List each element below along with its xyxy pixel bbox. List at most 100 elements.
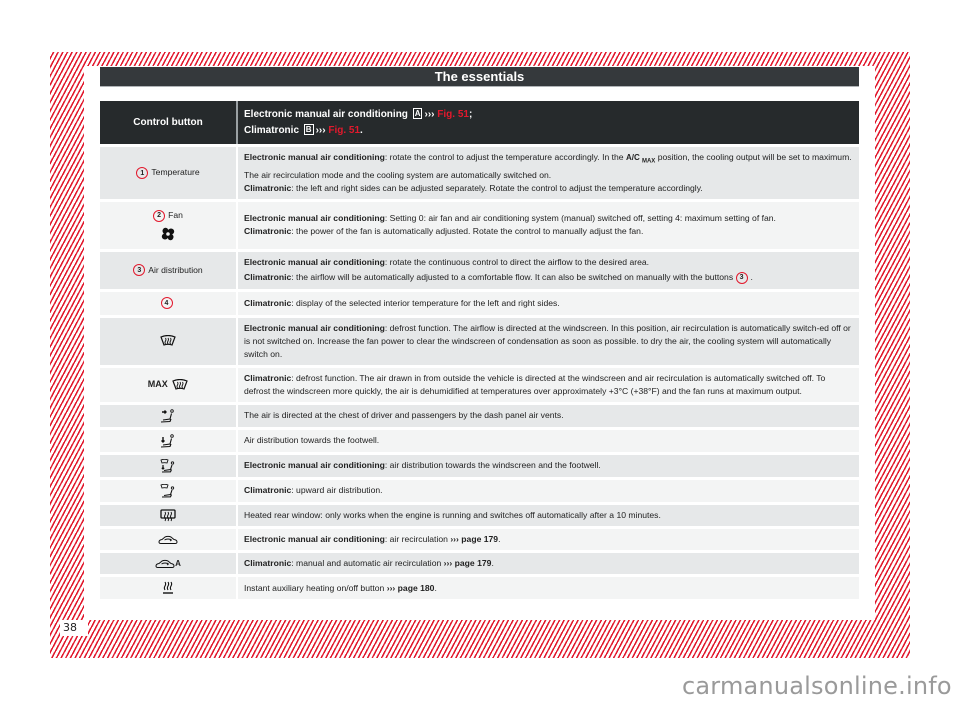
ac-text: A/C [625,153,640,162]
control-cell [100,525,238,550]
page-number: 38 [63,621,77,634]
table-row: Air distribution towards the footwell. [100,426,859,452]
recirculation-auto-icon [155,559,175,568]
callout-ref-3[interactable]: 3 [735,271,748,284]
desc-text: : the power of the fan is automatically … [291,226,644,237]
control-label: Air distribution [148,264,203,275]
table-row: Climatronic: upward air distribution. [100,476,859,502]
control-cell: 1 Temperature [100,144,238,199]
bold-label: Climatronic [244,485,292,496]
punct: . [491,557,494,568]
table-row: A Climatronic: manual and automatic air … [100,549,859,575]
control-cell: 3 Air distribution [100,248,238,289]
table-row: Instant auxiliary heating on/off button … [100,574,859,600]
table-row: Electronic manual air conditioning: air … [100,451,859,477]
callout-number-1: 1 [136,167,149,180]
desc-text: Air distribution towards the footwell. [244,435,380,446]
control-cell [100,314,238,365]
control-cell: 2 Fan [100,198,238,249]
desc-text: : air recirculation [384,533,451,544]
bold-label: Electronic manual air conditioning [244,257,385,268]
page-title: The essentials [100,67,859,87]
control-cell: 4 [100,288,238,315]
description-cell: Climatronic: display of the selected int… [238,288,859,315]
control-cell [100,401,238,427]
desc-text: : defrost function. The air drawn in fro… [244,372,826,396]
figure-key-b: B [303,123,314,135]
control-cell [100,574,238,600]
control-cell [100,501,238,526]
description-cell: Electronic manual air conditioning: Sett… [238,198,859,249]
ref-arrow: ››› [424,108,435,120]
description-cell: Air distribution towards the footwell. [238,426,859,452]
description-cell: Electronic manual air conditioning: rota… [238,248,859,289]
table-row: 3 Air distribution Electronic manual air … [100,248,859,289]
page-179-link[interactable]: ››› page 179 [450,534,498,544]
description-cell: Climatronic: defrost function. The air d… [238,364,859,402]
table-row: 1 Temperature Electronic manual air condi… [100,144,859,199]
figure-key-a: A [412,107,423,119]
desc-text: Instant auxiliary heating on/off button [244,582,387,593]
air-upward-icon [160,483,175,498]
control-cell [100,451,238,477]
description-cell: Climatronic: manual and automatic air re… [238,549,859,575]
description-cell: Electronic manual air conditioning: defr… [238,314,859,365]
max-label: MAX [147,379,168,390]
header-manual-ac-label: Electronic manual air conditioning [244,108,408,120]
recirculation-icon [158,535,178,544]
desc-text: : manual and automatic air recirculation [291,557,444,568]
punct: . [750,272,753,283]
bold-label: Electronic manual air conditioning [244,322,385,333]
auxiliary-heating-icon [163,581,173,594]
punct: . [434,582,437,593]
desc-text: : air distribution towards the windscree… [384,460,601,471]
bold-label: Climatronic [244,372,292,383]
desc-text: : rotate the control to adjust the tempe… [384,152,626,162]
essentials-table: Control button Electronic manual air con… [100,101,859,600]
description-cell: The air is directed at the chest of driv… [238,401,859,427]
description-cell: Instant auxiliary heating on/off button … [238,574,859,600]
page-179-link[interactable]: ››› page 179 [444,558,492,568]
desc-text: Heated rear window: only works when the … [244,509,661,520]
fig-51-link-b[interactable]: Fig. 51 [328,125,360,136]
ref-arrow: ››› [315,124,326,136]
fig-51-link-a[interactable]: Fig. 51 [437,109,469,120]
description-cell: Electronic manual air conditioning: air … [238,525,859,550]
callout-number-3: 3 [133,264,146,277]
air-windscreen-footwell-icon [160,458,175,473]
table-row: Electronic manual air conditioning: defr… [100,314,859,365]
description-cell: Heated rear window: only works when the … [238,501,859,526]
punct: ; [468,108,473,120]
desc-text: The air is directed at the chest of driv… [244,410,564,421]
control-label: Temperature [151,167,200,178]
bold-label: Climatronic [244,226,292,237]
desc-text: : the left and right sides can be adjust… [291,182,703,193]
fan-icon [161,227,175,241]
bold-label: Climatronic [244,557,292,568]
header-climatronic-label: Climatronic [244,124,300,136]
windscreen-defrost-icon [160,335,176,347]
bold-label: Climatronic [244,272,292,283]
table-row: Electronic manual air conditioning: air … [100,525,859,550]
description-cell: Electronic manual air conditioning: rota… [238,144,859,199]
max-subscript: MAX [641,158,656,165]
callout-number-2: 2 [153,209,166,222]
table-row: 4 Climatronic: display of the selected i… [100,288,859,315]
description-cell: Electronic manual air conditioning: air … [238,451,859,477]
air-chest-icon [160,408,174,423]
ac-max-symbol: A/C MAX [625,153,656,165]
rear-window-heat-icon [160,509,176,522]
desc-text: : upward air distribution. [291,485,383,496]
bold-label: Climatronic [244,182,292,193]
air-footwell-icon [160,433,174,448]
callout-number-4: 4 [160,297,173,310]
bold-label: Electronic manual air conditioning [244,152,385,162]
header-description: Electronic manual air conditioning A ››› … [238,101,859,144]
control-cell: A [100,549,238,575]
bold-label: Electronic manual air conditioning [244,460,385,471]
table-row: Heated rear window: only works when the … [100,501,859,526]
desc-text: : rotate the continuous control to direc… [384,257,650,268]
control-label: Fan [168,210,183,221]
max-defrost-icon [172,378,188,390]
page-180-link[interactable]: ››› page 180 [387,583,435,593]
